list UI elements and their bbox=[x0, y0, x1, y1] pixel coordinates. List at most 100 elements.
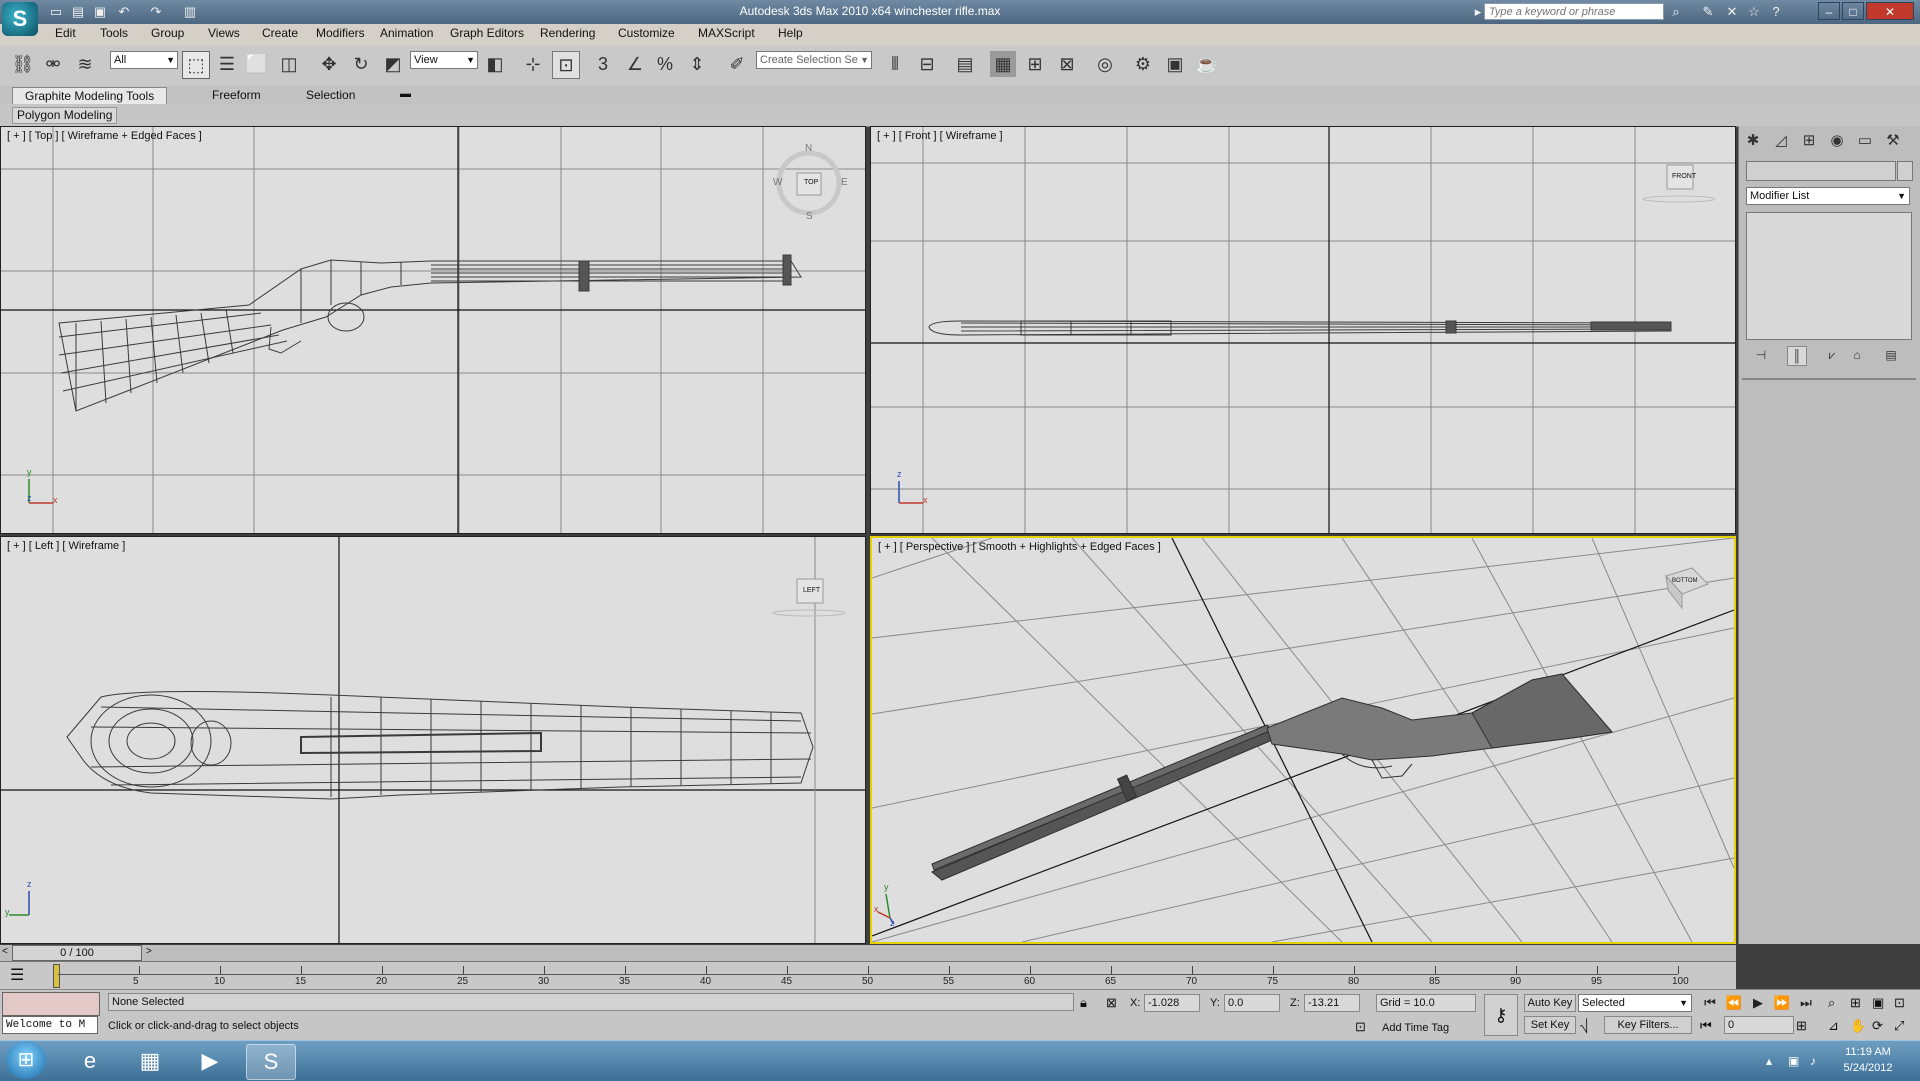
project-folder-icon[interactable]: ▥ bbox=[182, 4, 198, 20]
layer-manager-icon[interactable]: ▤ bbox=[952, 51, 978, 77]
polygon-modeling-panel[interactable]: Polygon Modeling bbox=[12, 107, 118, 124]
clock-date[interactable]: 5/24/2012 bbox=[1838, 1062, 1898, 1074]
application-menu-button[interactable]: S bbox=[2, 2, 38, 36]
tab-graphite-modeling-tools[interactable]: Graphite Modeling Tools bbox=[12, 87, 168, 105]
z-coord-field[interactable]: -13.21 bbox=[1304, 994, 1360, 1012]
left-viewport-label[interactable]: [ + ] [ Left ] [ Wireframe ] bbox=[7, 540, 125, 552]
tab-selection[interactable]: Selection bbox=[294, 87, 367, 104]
time-tag-icon[interactable]: ⊡ bbox=[1355, 1019, 1366, 1035]
menu-modifiers[interactable]: Modifiers bbox=[316, 26, 365, 40]
key-mode-toggle-icon[interactable]: ⏮ bbox=[1700, 1018, 1712, 1034]
previous-frame-icon[interactable]: ⏪ bbox=[1724, 994, 1744, 1012]
default-tangent-icon[interactable]: ⎷ bbox=[1580, 1018, 1588, 1034]
menu-tools[interactable]: Tools bbox=[100, 26, 128, 40]
mirror-icon[interactable]: ⫴ bbox=[882, 51, 908, 77]
go-to-start-icon[interactable]: ⏮ bbox=[1700, 994, 1720, 1012]
reference-coordinate-dropdown[interactable]: View ▼ bbox=[410, 51, 478, 69]
orbit-icon[interactable]: ⟳ bbox=[1872, 1018, 1883, 1034]
undo-icon[interactable]: ↶ bbox=[116, 4, 132, 20]
zoom-extents-all-icon[interactable]: ⊡ bbox=[1894, 995, 1905, 1011]
graphite-toggle-icon[interactable]: ▦ bbox=[990, 51, 1016, 77]
scale-icon[interactable]: ◩ bbox=[380, 51, 406, 77]
edit-named-selection-icon[interactable]: ✐ bbox=[724, 51, 750, 77]
unlink-icon[interactable]: ⚮ bbox=[40, 51, 66, 77]
clock-time[interactable]: 11:19 AM bbox=[1838, 1046, 1898, 1058]
help-icon[interactable]: ? bbox=[1768, 4, 1784, 20]
select-object-icon[interactable]: ⬚ bbox=[182, 51, 210, 79]
time-configuration-icon[interactable]: ⊞ bbox=[1796, 1018, 1807, 1034]
binoculars-icon[interactable]: ⌕ bbox=[1668, 4, 1684, 20]
3dsmax-taskbar-icon[interactable]: S bbox=[246, 1044, 296, 1080]
menu-create[interactable]: Create bbox=[262, 26, 298, 40]
selection-lock-icon[interactable]: 🔒︎ bbox=[1080, 995, 1087, 1011]
next-frame-icon[interactable]: ⏩ bbox=[1772, 994, 1792, 1012]
maximize-button[interactable]: □ bbox=[1842, 2, 1864, 20]
top-viewcube-face[interactable]: TOP bbox=[804, 179, 818, 186]
maximize-viewport-icon[interactable]: ⤢ bbox=[1894, 1018, 1904, 1034]
time-slider-next-icon[interactable]: > bbox=[146, 946, 152, 957]
internet-explorer-icon[interactable]: e bbox=[66, 1044, 114, 1078]
rectangular-selection-icon[interactable]: ⬜ bbox=[244, 51, 270, 77]
menu-group[interactable]: Group bbox=[151, 26, 184, 40]
viewport-left[interactable]: [ + ] [ Left ] [ Wireframe ] LEFT z y bbox=[0, 536, 866, 944]
ribbon-options-icon[interactable]: ▬ bbox=[400, 88, 411, 100]
display-panel-icon[interactable]: ▭ bbox=[1854, 130, 1876, 152]
create-panel-icon[interactable]: ✱ bbox=[1742, 130, 1764, 152]
render-setup-icon[interactable]: ⚙ bbox=[1130, 51, 1156, 77]
auto-key-button[interactable]: Auto Key bbox=[1524, 994, 1576, 1012]
manipulate-icon[interactable]: ⊹ bbox=[520, 51, 546, 77]
front-viewcube-face[interactable]: FRONT bbox=[1672, 173, 1696, 180]
close-button[interactable]: ✕ bbox=[1866, 2, 1914, 20]
y-coord-field[interactable]: 0.0 bbox=[1224, 994, 1280, 1012]
time-slider-track[interactable] bbox=[0, 945, 1736, 961]
viewport-perspective[interactable]: [ + ] [ Perspective ] [ Smooth + Highlig… bbox=[870, 536, 1736, 944]
key-filters-button[interactable]: Key Filters... bbox=[1604, 1016, 1692, 1034]
show-end-result-icon[interactable]: ║ bbox=[1787, 346, 1807, 366]
minimize-button[interactable]: – bbox=[1818, 2, 1840, 20]
network-icon[interactable]: ▣ bbox=[1788, 1054, 1799, 1068]
open-file-icon[interactable]: ▤ bbox=[70, 4, 86, 20]
favorites-icon[interactable]: ☆ bbox=[1746, 4, 1762, 20]
volume-icon[interactable]: ♪ bbox=[1810, 1054, 1816, 1068]
bind-space-warp-icon[interactable]: ≋ bbox=[72, 51, 98, 77]
maxscript-listener-mini[interactable] bbox=[2, 992, 100, 1016]
menu-animation[interactable]: Animation bbox=[380, 26, 433, 40]
set-key-icon[interactable]: ⚷ bbox=[1484, 994, 1518, 1036]
named-selection-sets-dropdown[interactable]: Create Selection Se ▼ bbox=[756, 51, 872, 69]
zoom-icon[interactable]: ⌕ bbox=[1828, 995, 1835, 1011]
snaps-toggle-icon[interactable]: 3 bbox=[590, 51, 616, 77]
modify-panel-icon[interactable]: ◿ bbox=[1770, 130, 1792, 152]
select-by-name-icon[interactable]: ☰ bbox=[214, 51, 240, 77]
render-production-icon[interactable]: ☕ bbox=[1194, 51, 1220, 77]
zoom-all-icon[interactable]: ⊞ bbox=[1850, 995, 1861, 1011]
subscription-icon[interactable]: ✎ bbox=[1700, 4, 1716, 20]
media-player-icon[interactable]: ▶ bbox=[186, 1044, 234, 1078]
material-editor-icon[interactable]: ◎ bbox=[1092, 51, 1118, 77]
left-viewcube-face[interactable]: LEFT bbox=[803, 587, 820, 594]
top-viewport-label[interactable]: [ + ] [ Top ] [ Wireframe + Edged Faces … bbox=[7, 130, 202, 142]
hierarchy-panel-icon[interactable]: ⊞ bbox=[1798, 130, 1820, 152]
zoom-extents-icon[interactable]: ▣ bbox=[1872, 995, 1884, 1011]
start-button[interactable]: ⊞ bbox=[6, 1041, 46, 1079]
spinner-snap-icon[interactable]: ⇕ bbox=[684, 51, 710, 77]
communication-center-icon[interactable]: ✕ bbox=[1724, 4, 1740, 20]
selection-filter-dropdown[interactable]: All ▼ bbox=[110, 51, 178, 69]
remove-modifier-icon[interactable]: ⌂ bbox=[1848, 346, 1866, 364]
key-mode-dropdown[interactable]: Selected ▼ bbox=[1578, 994, 1692, 1012]
object-name-field[interactable] bbox=[1746, 161, 1896, 181]
new-file-icon[interactable]: ▭ bbox=[48, 4, 64, 20]
pan-view-icon[interactable]: ✋ bbox=[1850, 1018, 1866, 1034]
go-to-end-icon[interactable]: ⏭ bbox=[1796, 994, 1816, 1012]
absolute-relative-icon[interactable]: ⊠ bbox=[1106, 995, 1117, 1011]
tray-expand-icon[interactable]: ▴ bbox=[1766, 1054, 1772, 1068]
move-icon[interactable]: ✥ bbox=[316, 51, 342, 77]
set-key-button[interactable]: Set Key bbox=[1524, 1016, 1576, 1034]
mini-curve-editor-icon[interactable]: ☰ bbox=[10, 965, 24, 985]
curve-editor-icon[interactable]: ⊞ bbox=[1022, 51, 1048, 77]
motion-panel-icon[interactable]: ◉ bbox=[1826, 130, 1848, 152]
play-icon[interactable]: ▶ bbox=[1748, 994, 1768, 1012]
perspective-viewport-label[interactable]: [ + ] [ Perspective ] [ Smooth + Highlig… bbox=[878, 541, 1161, 553]
file-explorer-icon[interactable]: ▦ bbox=[126, 1044, 174, 1078]
current-frame-field[interactable]: 0 bbox=[1724, 1016, 1794, 1034]
pin-stack-icon[interactable]: ⊣ bbox=[1752, 346, 1770, 364]
